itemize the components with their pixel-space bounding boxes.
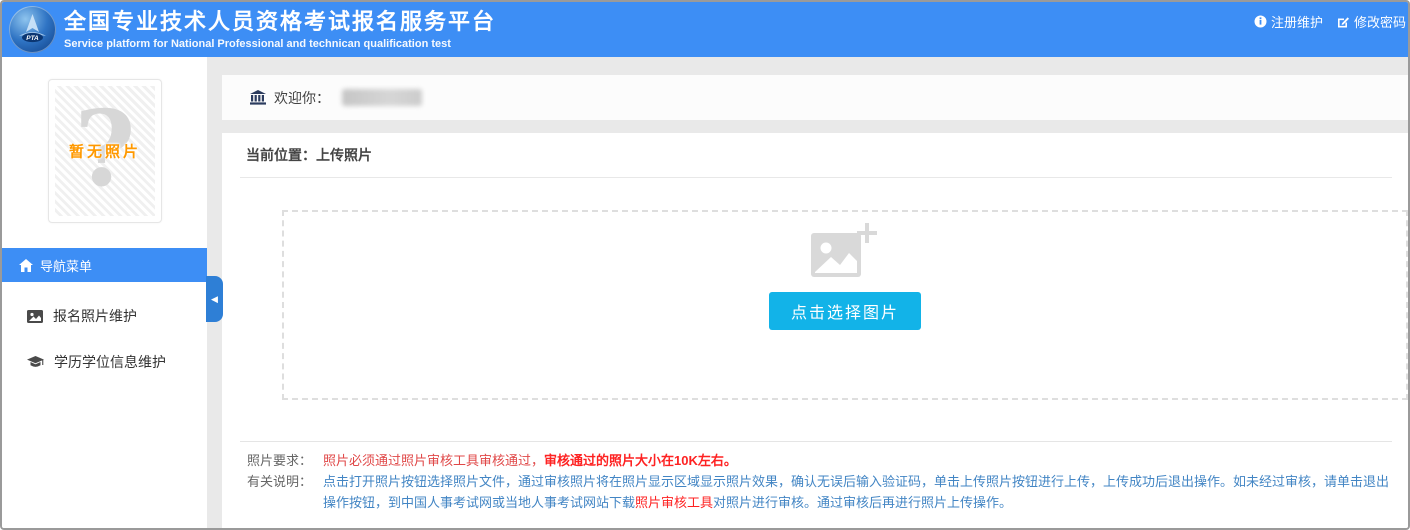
header-titles: 全国专业技术人员资格考试报名服务平台 Service platform for …: [64, 8, 496, 51]
graduation-cap-icon: [27, 356, 44, 369]
requirement-text-part1: 照片必须通过照片审核工具审核通过，: [323, 453, 544, 468]
instructions-row: 有关说明： 点击打开照片按钮选择照片文件，通过审核照片将在照片显示区域显示照片效…: [247, 471, 1392, 513]
instructions-label: 有关说明：: [247, 471, 319, 513]
select-image-button[interactable]: 点击选择图片: [769, 292, 921, 330]
sidebar-item-label: 学历学位信息维护: [54, 352, 166, 372]
sidebar-collapse-toggle[interactable]: ◀: [206, 276, 223, 322]
photo-requirements-label: 照片要求：: [247, 450, 319, 471]
register-maintenance-label: 注册维护: [1271, 12, 1323, 31]
photo-requirements-row: 照片要求： 照片必须通过照片审核工具审核通过，审核通过的照片大小在10K左右。: [247, 450, 1392, 471]
notes-section: 照片要求： 照片必须通过照片审核工具审核通过，审核通过的照片大小在10K左右。 …: [240, 441, 1392, 513]
image-plus-icon: [811, 223, 879, 283]
photo-placeholder-card: ? 暂无照片: [48, 79, 162, 223]
sidebar: ? 暂无照片 导航菜单 报名照片维护 学历学位信息维护 ◀: [2, 57, 207, 528]
edit-icon: [1337, 15, 1350, 28]
change-password-label: 修改密码: [1354, 12, 1406, 31]
picture-icon: [27, 310, 43, 323]
sidebar-item-photo-maintenance[interactable]: 报名照片维护: [2, 297, 207, 335]
photo-check-tool-highlight: 照片审核工具: [635, 495, 713, 510]
cpta-logo: PTA: [9, 6, 56, 53]
chevron-left-icon: ◀: [211, 294, 218, 305]
register-maintenance-link[interactable]: 注册维护: [1254, 12, 1323, 31]
breadcrumb: 当前位置：上传照片: [240, 133, 1392, 178]
app-window: PTA 全国专业技术人员资格考试报名服务平台 Service platform …: [0, 0, 1410, 530]
change-password-link[interactable]: 修改密码: [1337, 12, 1406, 31]
redacted-username: [342, 89, 422, 106]
top-header: PTA 全国专业技术人员资格考试报名服务平台 Service platform …: [2, 2, 1408, 57]
sidebar-item-education-info[interactable]: 学历学位信息维护: [2, 343, 207, 381]
no-photo-label: 暂无照片: [69, 141, 141, 162]
info-icon: [1254, 15, 1267, 28]
requirement-text-part2: 审核通过的照片大小在10K左右。: [544, 453, 737, 468]
main-content: 欢迎你： 当前位置：上传照片 点击选择图片 照片要求：: [222, 57, 1408, 528]
welcome-label: 欢迎你：: [274, 88, 330, 108]
header-links: 注册维护 修改密码: [1254, 12, 1406, 31]
photo-placeholder-stripes: ? 暂无照片: [55, 86, 155, 216]
nav-menu-label: 导航菜单: [40, 256, 92, 275]
upload-dropzone[interactable]: 点击选择图片: [282, 210, 1408, 400]
nav-menu-header: 导航菜单: [2, 248, 207, 282]
photo-requirements-text: 照片必须通过照片审核工具审核通过，审核通过的照片大小在10K左右。: [323, 450, 1392, 471]
institution-icon: [250, 90, 266, 105]
welcome-bar: 欢迎你：: [222, 75, 1408, 120]
content-panel: 当前位置：上传照片 点击选择图片 照片要求： 照片必须通过照片审核工具审核通过，…: [222, 133, 1408, 528]
cpta-logo-art: PTA: [9, 6, 56, 53]
svg-text:PTA: PTA: [26, 35, 39, 42]
sidebar-item-label: 报名照片维护: [53, 306, 137, 326]
site-title: 全国专业技术人员资格考试报名服务平台: [64, 8, 496, 36]
instructions-text-part2: 对照片进行审核。通过审核后再进行照片上传操作。: [713, 495, 1012, 510]
instructions-text: 点击打开照片按钮选择照片文件，通过审核照片将在照片显示区域显示照片效果，确认无误…: [323, 471, 1392, 513]
home-icon: [19, 259, 33, 272]
site-subtitle: Service platform for National Profession…: [64, 37, 496, 51]
